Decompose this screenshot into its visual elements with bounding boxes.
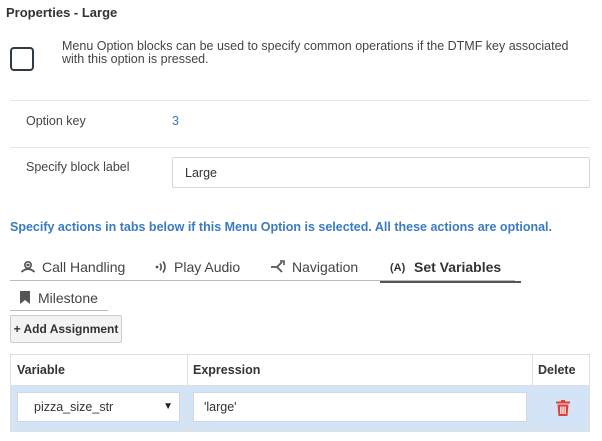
tab-call-handling[interactable]: Call Handling: [20, 253, 125, 281]
column-divider: [532, 355, 533, 431]
add-assignment-button[interactable]: + Add Assignment: [10, 315, 122, 343]
info-row: Menu Option blocks can be used to specif…: [10, 40, 590, 80]
column-divider: [187, 355, 188, 431]
variable-select[interactable]: pizza_size_str ▼: [17, 392, 180, 422]
divider: [10, 100, 590, 101]
tab-label: Call Handling: [42, 259, 126, 275]
tab-navigation[interactable]: Navigation: [270, 253, 358, 281]
table-header: Variable Expression Delete: [11, 355, 589, 386]
checkbox[interactable]: [10, 47, 34, 71]
tab-label: Play Audio: [174, 259, 241, 275]
column-header-variable: Variable: [17, 363, 65, 377]
option-key-label: Option key: [26, 114, 86, 128]
bookmark-icon: [20, 291, 30, 304]
option-key-value: 3: [172, 114, 179, 128]
trash-icon[interactable]: [556, 400, 570, 416]
variable-select-value: pizza_size_str: [34, 400, 114, 414]
svg-text:(A): (A): [390, 262, 406, 274]
column-header-expression: Expression: [193, 363, 261, 377]
tab-milestone[interactable]: Milestone: [10, 285, 108, 311]
navigation-icon: [271, 260, 285, 273]
action-tabs: Call Handling Play Audio Navigation (A) …: [10, 253, 522, 283]
block-label-input[interactable]: [172, 157, 590, 188]
tab-label: Set Variables: [414, 259, 502, 275]
caret-down-icon: ▼: [163, 401, 173, 412]
panel-title: Properties - Large: [6, 5, 118, 20]
tab-set-variables[interactable]: (A) Set Variables: [379, 253, 522, 283]
block-label-label: Specify block label: [26, 160, 130, 174]
tab-play-audio[interactable]: Play Audio: [154, 253, 240, 281]
variable-icon: (A): [390, 262, 406, 274]
tab-label: Milestone: [38, 289, 98, 306]
divider: [10, 147, 590, 148]
column-header-delete: Delete: [538, 363, 576, 377]
expression-input[interactable]: 'large': [193, 392, 527, 422]
table-row[interactable]: pizza_size_str ▼ 'large': [11, 386, 589, 431]
call-handling-icon: [20, 260, 36, 273]
actions-hint: Specify actions in tabs below if this Me…: [10, 220, 553, 234]
audio-icon: [155, 261, 166, 273]
assignments-table: Variable Expression Delete pizza_size_st…: [10, 354, 590, 432]
tab-label: Navigation: [292, 259, 359, 275]
info-text: Menu Option blocks can be used to specif…: [62, 39, 569, 66]
